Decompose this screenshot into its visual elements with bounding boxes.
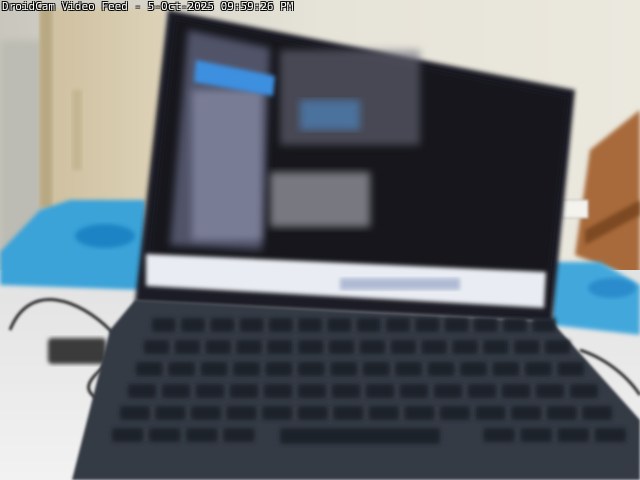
- app-name: DroidCam Video Feed: [2, 0, 128, 13]
- keyboard-key: [191, 406, 221, 420]
- keyboard-key: [502, 384, 530, 398]
- keyboard-spacebar: [280, 428, 440, 444]
- keyboard-key: [230, 384, 258, 398]
- keyboard-key: [181, 318, 205, 332]
- keyboard-key: [360, 340, 385, 354]
- usb-adapter: [48, 338, 106, 364]
- wall-socket: [561, 199, 589, 219]
- keyboard-key: [267, 340, 293, 354]
- keyboard-key: [262, 406, 292, 420]
- keyboard-key: [298, 340, 324, 354]
- keyboard-key: [298, 362, 325, 376]
- keyboard-key: [390, 340, 416, 354]
- keyboard-key: [327, 318, 351, 332]
- keyboard-key: [210, 318, 234, 332]
- keyboard-key: [483, 340, 509, 354]
- keyboard-key: [427, 362, 455, 376]
- keyboard-key: [483, 428, 515, 442]
- keyboard-key: [332, 384, 360, 398]
- keyboard-key: [136, 362, 163, 376]
- tray-cup-holder-right: [588, 278, 636, 298]
- keyboard-key: [492, 362, 520, 376]
- keyboard-key: [444, 318, 469, 332]
- keyboard-key: [369, 406, 399, 420]
- keyboard-key: [525, 362, 552, 376]
- screen-code-accent: [300, 100, 360, 130]
- keyboard-key: [460, 362, 487, 376]
- overlay-date: 5-Oct-2025: [147, 0, 214, 13]
- taskbar-icons: [340, 278, 460, 290]
- keyboard-key: [239, 318, 264, 332]
- keyboard-key: [152, 318, 176, 332]
- keyboard-key: [330, 362, 357, 376]
- keyboard-key: [503, 318, 527, 332]
- keyboard-key: [520, 428, 552, 442]
- keyboard-key: [421, 340, 447, 354]
- keyboard-key: [582, 406, 612, 420]
- keyboard-key: [233, 362, 260, 376]
- keyboard-key: [226, 406, 257, 420]
- keyboard-key: [149, 428, 181, 442]
- keyboard-key: [357, 318, 381, 332]
- overlay-separator: -: [127, 0, 148, 13]
- webcam-frame: [0, 0, 640, 480]
- tray-cup-holder-left: [75, 224, 135, 248]
- keyboard-key: [236, 340, 262, 354]
- keyboard-key: [570, 384, 598, 398]
- keyboard-key: [144, 340, 169, 354]
- keyboard-key: [395, 362, 422, 376]
- keyboard-key: [174, 340, 200, 354]
- keyboard-key: [200, 362, 228, 376]
- keyboard-key: [269, 318, 293, 332]
- keyboard-key: [474, 318, 498, 332]
- keyboard-key: [415, 318, 439, 332]
- keyboard-key: [128, 384, 156, 398]
- screen-code-block: [280, 50, 420, 145]
- keyboard-key: [264, 384, 292, 398]
- camera-timestamp-overlay: DroidCam Video Feed - 5-Oct-2025 09:59:2…: [0, 0, 295, 14]
- screen-panel-rows: [192, 90, 262, 240]
- keyboard-key: [162, 384, 190, 398]
- keyboard-key: [545, 340, 570, 354]
- keyboard-key: [265, 362, 293, 376]
- keyboard-key: [186, 428, 218, 442]
- keyboard-key: [475, 406, 506, 420]
- keyboard-key: [594, 428, 626, 442]
- door-frame: [40, 8, 52, 208]
- keyboard-key: [155, 406, 186, 420]
- keyboard-key: [452, 340, 478, 354]
- keyboard-key: [297, 406, 328, 420]
- keyboard-key: [329, 340, 354, 354]
- door: [40, 8, 165, 208]
- keyboard-key: [434, 384, 462, 398]
- keyboard-key: [511, 406, 541, 420]
- keyboard-key: [298, 318, 322, 332]
- keyboard-key: [536, 384, 564, 398]
- keyboard-key: [468, 384, 496, 398]
- keyboard-key: [514, 340, 540, 354]
- keyboard-key: [366, 384, 394, 398]
- keyboard-key: [404, 406, 435, 420]
- keyboard-key: [400, 384, 428, 398]
- overlay-time: 09:59:26 PM: [220, 0, 294, 13]
- keyboard-key: [205, 340, 231, 354]
- keyboard-key: [168, 362, 195, 376]
- keyboard-key: [120, 406, 150, 420]
- keyboard-key: [557, 362, 584, 376]
- keyboard-key: [440, 406, 470, 420]
- keyboard-key: [532, 318, 556, 332]
- keyboard-key: [386, 318, 410, 332]
- door-panel: [72, 90, 82, 170]
- keyboard-key: [363, 362, 390, 376]
- keyboard-key: [333, 406, 363, 420]
- keyboard-key: [546, 406, 577, 420]
- keyboard-key: [223, 428, 255, 442]
- keyboard-key: [557, 428, 589, 442]
- keyboard-key: [298, 384, 326, 398]
- screen-text-block: [270, 172, 370, 227]
- keyboard-key: [196, 384, 224, 398]
- keyboard-key: [112, 428, 144, 442]
